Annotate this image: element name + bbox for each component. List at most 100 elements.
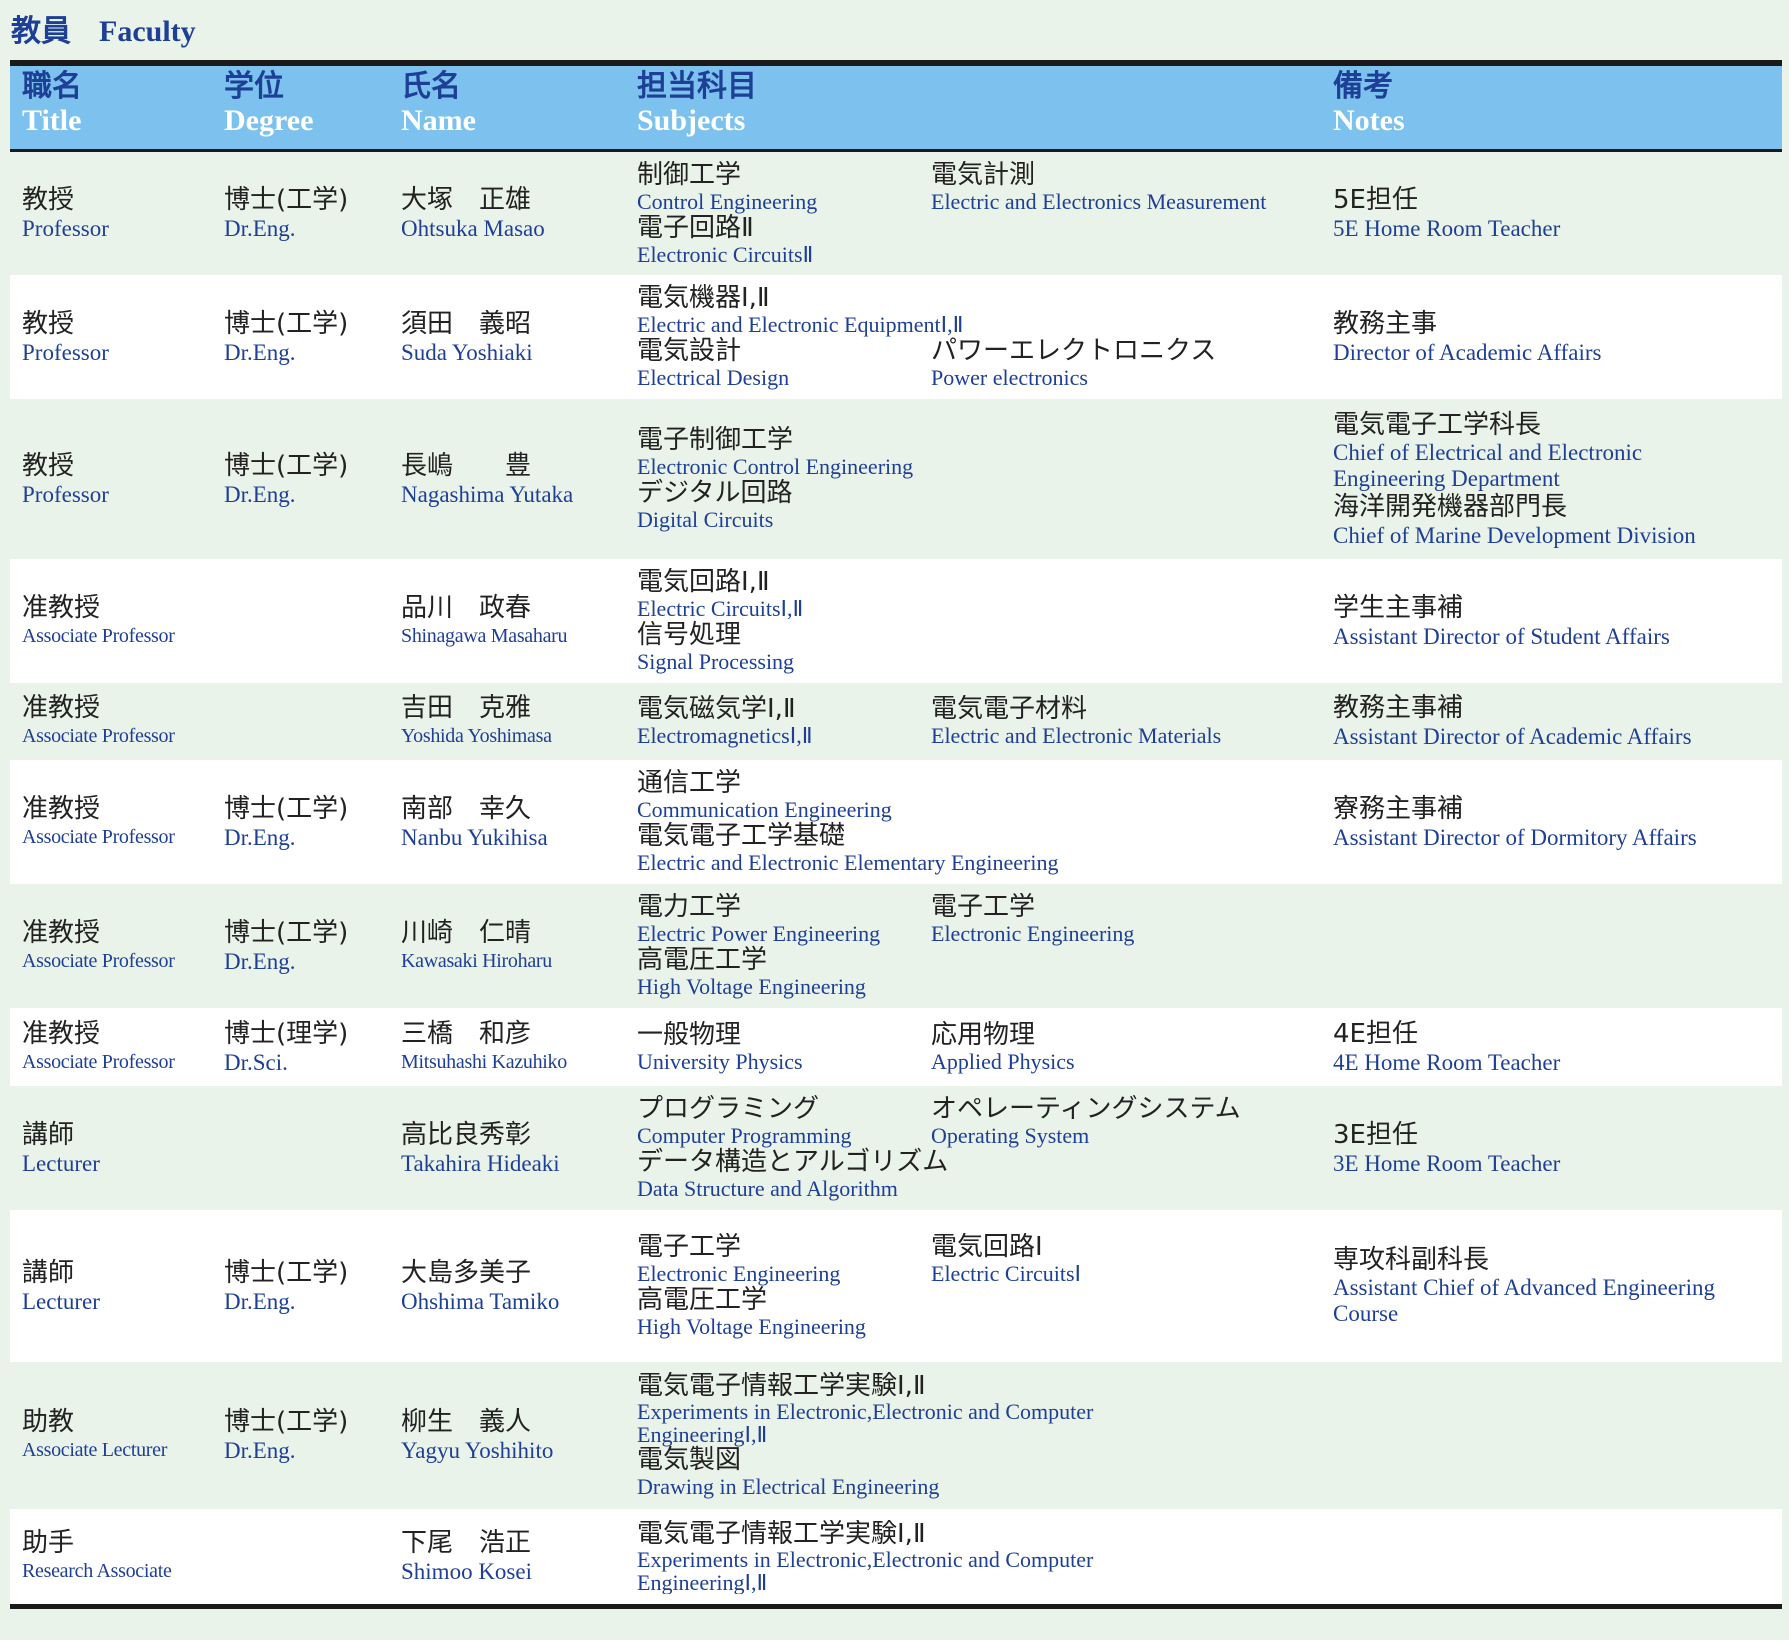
subjects-list: 電力工学 Electric Power Engineering 電子工学 Electr… bbox=[637, 893, 1331, 999]
cell-title: 准教授 Associate Professor bbox=[10, 593, 222, 650]
subject-item: 電気電子工学基礎 Electric and Electronic Elementa… bbox=[637, 822, 1331, 875]
subject-en: Electronic Control Engineering bbox=[637, 454, 914, 479]
cell-degree: 博士(工学) Dr.Eng. bbox=[222, 309, 399, 366]
faculty-table: 職名 Title 学位 Degree 氏名 Name 担当科目 Subjects… bbox=[10, 60, 1782, 1609]
cell-notes: 5E担任 5E Home Room Teacher bbox=[1331, 185, 1782, 242]
header-degree-en: Degree bbox=[224, 104, 314, 137]
note-en: Assistant Director of Student Affairs bbox=[1333, 623, 1670, 649]
cell-name: 品川 政春 Shinagawa Masaharu bbox=[399, 593, 635, 650]
name-en: Nanbu Yukihisa bbox=[401, 824, 548, 850]
cell-name: 長嶋 豊 Nagashima Yutaka bbox=[399, 451, 635, 508]
subject-ja: 電気設計 bbox=[637, 336, 742, 366]
degree-ja: 博士(工学) bbox=[224, 308, 349, 339]
header-name: 氏名 Name bbox=[399, 66, 635, 149]
subjects-list: 電子工学 Electronic Engineering 電気回路Ⅰ Electric … bbox=[637, 1233, 1331, 1339]
title-en: Associate Professor bbox=[22, 624, 175, 647]
cell-subjects: 電子制御工学 Electronic Control Engineering デジタル… bbox=[635, 426, 1331, 532]
degree-ja: 博士(工学) bbox=[224, 1407, 349, 1437]
name-en: Ohtsuka Masao bbox=[401, 216, 545, 241]
cell-name: 吉田 克雅 Yoshida Yoshimasa bbox=[399, 693, 635, 750]
name-en: Mitsuhashi Kazuhiko bbox=[401, 1050, 567, 1073]
note-ja: 電気電子工学科長 bbox=[1333, 409, 1542, 440]
degree-en: Dr.Eng. bbox=[224, 824, 296, 850]
subject-ja: デジタル回路 bbox=[637, 478, 793, 508]
cell-name: 大島多美子 Ohshima Tamiko bbox=[399, 1258, 635, 1315]
subject-ja: データ構造とアルゴリズム bbox=[637, 1147, 949, 1177]
title-ja: 准教授 bbox=[22, 592, 101, 623]
title-en: Professor bbox=[22, 481, 109, 507]
subject-item: 電子工学 Electronic Engineering bbox=[637, 1233, 931, 1286]
cell-subjects: プログラミング Computer Programming オペレーティングシステム O… bbox=[635, 1095, 1331, 1201]
title-en: Associate Lecturer bbox=[22, 1439, 168, 1461]
cell-title: 教授 Professor bbox=[10, 185, 222, 242]
subjects-list: 電気磁気学Ⅰ,Ⅱ ElectromagneticsⅠ,Ⅱ 電気電子材料 Electri… bbox=[637, 695, 1331, 748]
subject-ja: 電気磁気学Ⅰ,Ⅱ bbox=[637, 695, 796, 724]
subject-en: Drawing in Electrical Engineering bbox=[637, 1474, 940, 1499]
subject-en: Power electronics bbox=[931, 365, 1088, 390]
subject-en: Computer Programming bbox=[637, 1123, 852, 1148]
name-en: Shinagawa Masaharu bbox=[401, 624, 568, 647]
cell-title: 教授 Professor bbox=[10, 451, 222, 508]
note-item: 3E担任 3E Home Room Teacher bbox=[1333, 1120, 1782, 1177]
cell-title: 准教授 Associate Professor bbox=[10, 918, 222, 975]
degree-en: Dr.Eng. bbox=[224, 948, 296, 974]
table-row: 准教授 Associate Professor 博士(理学) Dr.Sci. 三橋 和彦… bbox=[10, 1008, 1782, 1086]
subject-ja: 電力工学 bbox=[637, 893, 742, 922]
title-en: Lecturer bbox=[22, 1150, 100, 1176]
subject-en: Electrical Design bbox=[637, 365, 790, 390]
subject-ja: 応用物理 bbox=[931, 1020, 1036, 1050]
note-ja: 4E担任 bbox=[1333, 1018, 1418, 1049]
subject-item: 電気設計 Electrical Design bbox=[637, 337, 931, 390]
cell-subjects: 一般物理 University Physics 応用物理 Applied Physic… bbox=[635, 1021, 1331, 1074]
name-ja: 川崎 仁晴 bbox=[401, 917, 532, 948]
degree-ja: 博士(工学) bbox=[224, 1257, 349, 1288]
note-en: Assistant Chief of Advanced Engineering … bbox=[1333, 1275, 1715, 1326]
subjects-list: 制御工学 Control Engineering 電気計測 Electric and … bbox=[637, 161, 1331, 267]
cell-subjects: 制御工学 Control Engineering 電気計測 Electric and … bbox=[635, 161, 1331, 267]
degree-en: Dr.Eng. bbox=[224, 481, 296, 507]
subject-item: 高電圧工学 High Voltage Engineering bbox=[637, 946, 1331, 999]
name-ja: 長嶋 豊 bbox=[401, 450, 532, 481]
table-row: 助手 Research Associate 下尾 浩正 Shimoo Kosei 電気電… bbox=[10, 1509, 1782, 1604]
name-ja: 大島多美子 bbox=[401, 1257, 532, 1288]
note-item: 教務主事補 Assistant Director of Academic Affa… bbox=[1333, 693, 1782, 750]
cell-notes: 学生主事補 Assistant Director of Student Affai… bbox=[1331, 593, 1782, 650]
note-en: 3E Home Room Teacher bbox=[1333, 1150, 1561, 1176]
degree-en: Dr.Eng. bbox=[224, 1288, 296, 1314]
cell-title: 准教授 Associate Professor bbox=[10, 794, 222, 851]
name-en: Takahira Hideaki bbox=[401, 1150, 560, 1176]
subjects-list: 通信工学 Communication Engineering 電気電子工学基礎 Ele… bbox=[637, 769, 1331, 875]
cell-title: 准教授 Associate Professor bbox=[10, 693, 222, 750]
name-ja: 須田 義昭 bbox=[401, 308, 532, 339]
note-en: Chief of Electrical and Electronic Engin… bbox=[1333, 439, 1643, 491]
subject-ja: パワーエレクトロニクス bbox=[931, 336, 1217, 366]
cell-subjects: 通信工学 Communication Engineering 電気電子工学基礎 Ele… bbox=[635, 769, 1331, 875]
table-row: 准教授 Associate Professor 吉田 克雅 Yoshida Yoshi… bbox=[10, 683, 1782, 760]
subject-ja: 電気電子情報工学実験Ⅰ,Ⅱ bbox=[637, 1519, 926, 1549]
subject-item: 電気電子情報工学実験Ⅰ,Ⅱ Experiments in Electronic,E… bbox=[637, 1520, 1331, 1594]
cell-notes: 4E担任 4E Home Room Teacher bbox=[1331, 1019, 1782, 1076]
note-item: 専攻科副科長 Assistant Chief of Advanced Engine… bbox=[1333, 1245, 1782, 1327]
note-en: 5E Home Room Teacher bbox=[1333, 216, 1561, 241]
table-row: 講師 Lecturer 博士(工学) Dr.Eng. 大島多美子 Ohshima Tami… bbox=[10, 1210, 1782, 1362]
table-body: 教授 Professor 博士(工学) Dr.Eng. 大塚 正雄 Ohtsuka Mas… bbox=[10, 152, 1782, 1604]
name-en: Shimoo Kosei bbox=[401, 1559, 532, 1584]
title-ja: 教授 bbox=[22, 450, 75, 481]
cell-title: 講師 Lecturer bbox=[10, 1120, 222, 1177]
title-ja: 准教授 bbox=[22, 1018, 101, 1049]
subject-en: Control Engineering bbox=[637, 188, 818, 214]
subject-ja: オペレーティングシステム bbox=[931, 1095, 1241, 1124]
subject-ja: 電気計測 bbox=[931, 160, 1036, 190]
subject-ja: 高電圧工学 bbox=[637, 1285, 768, 1315]
table-header: 職名 Title 学位 Degree 氏名 Name 担当科目 Subjects… bbox=[10, 66, 1782, 152]
subject-en: Digital Circuits bbox=[637, 507, 774, 532]
subjects-list: 電気機器Ⅰ,Ⅱ Electric and Electronic Equipment… bbox=[637, 284, 1331, 390]
subject-ja: 電気機器Ⅰ,Ⅱ bbox=[637, 284, 770, 313]
cell-name: 三橋 和彦 Mitsuhashi Kazuhiko bbox=[399, 1019, 635, 1076]
note-ja: 専攻科副科長 bbox=[1333, 1245, 1490, 1275]
cell-degree: 博士(工学) Dr.Eng. bbox=[222, 451, 399, 508]
cell-subjects: 電気電子情報工学実験Ⅰ,Ⅱ Experiments in Electronic,E… bbox=[635, 1372, 1331, 1499]
cell-degree: 博士(工学) Dr.Eng. bbox=[222, 185, 399, 242]
degree-en: Dr.Eng. bbox=[224, 216, 296, 241]
page-title-ja: 教員 bbox=[11, 14, 71, 49]
